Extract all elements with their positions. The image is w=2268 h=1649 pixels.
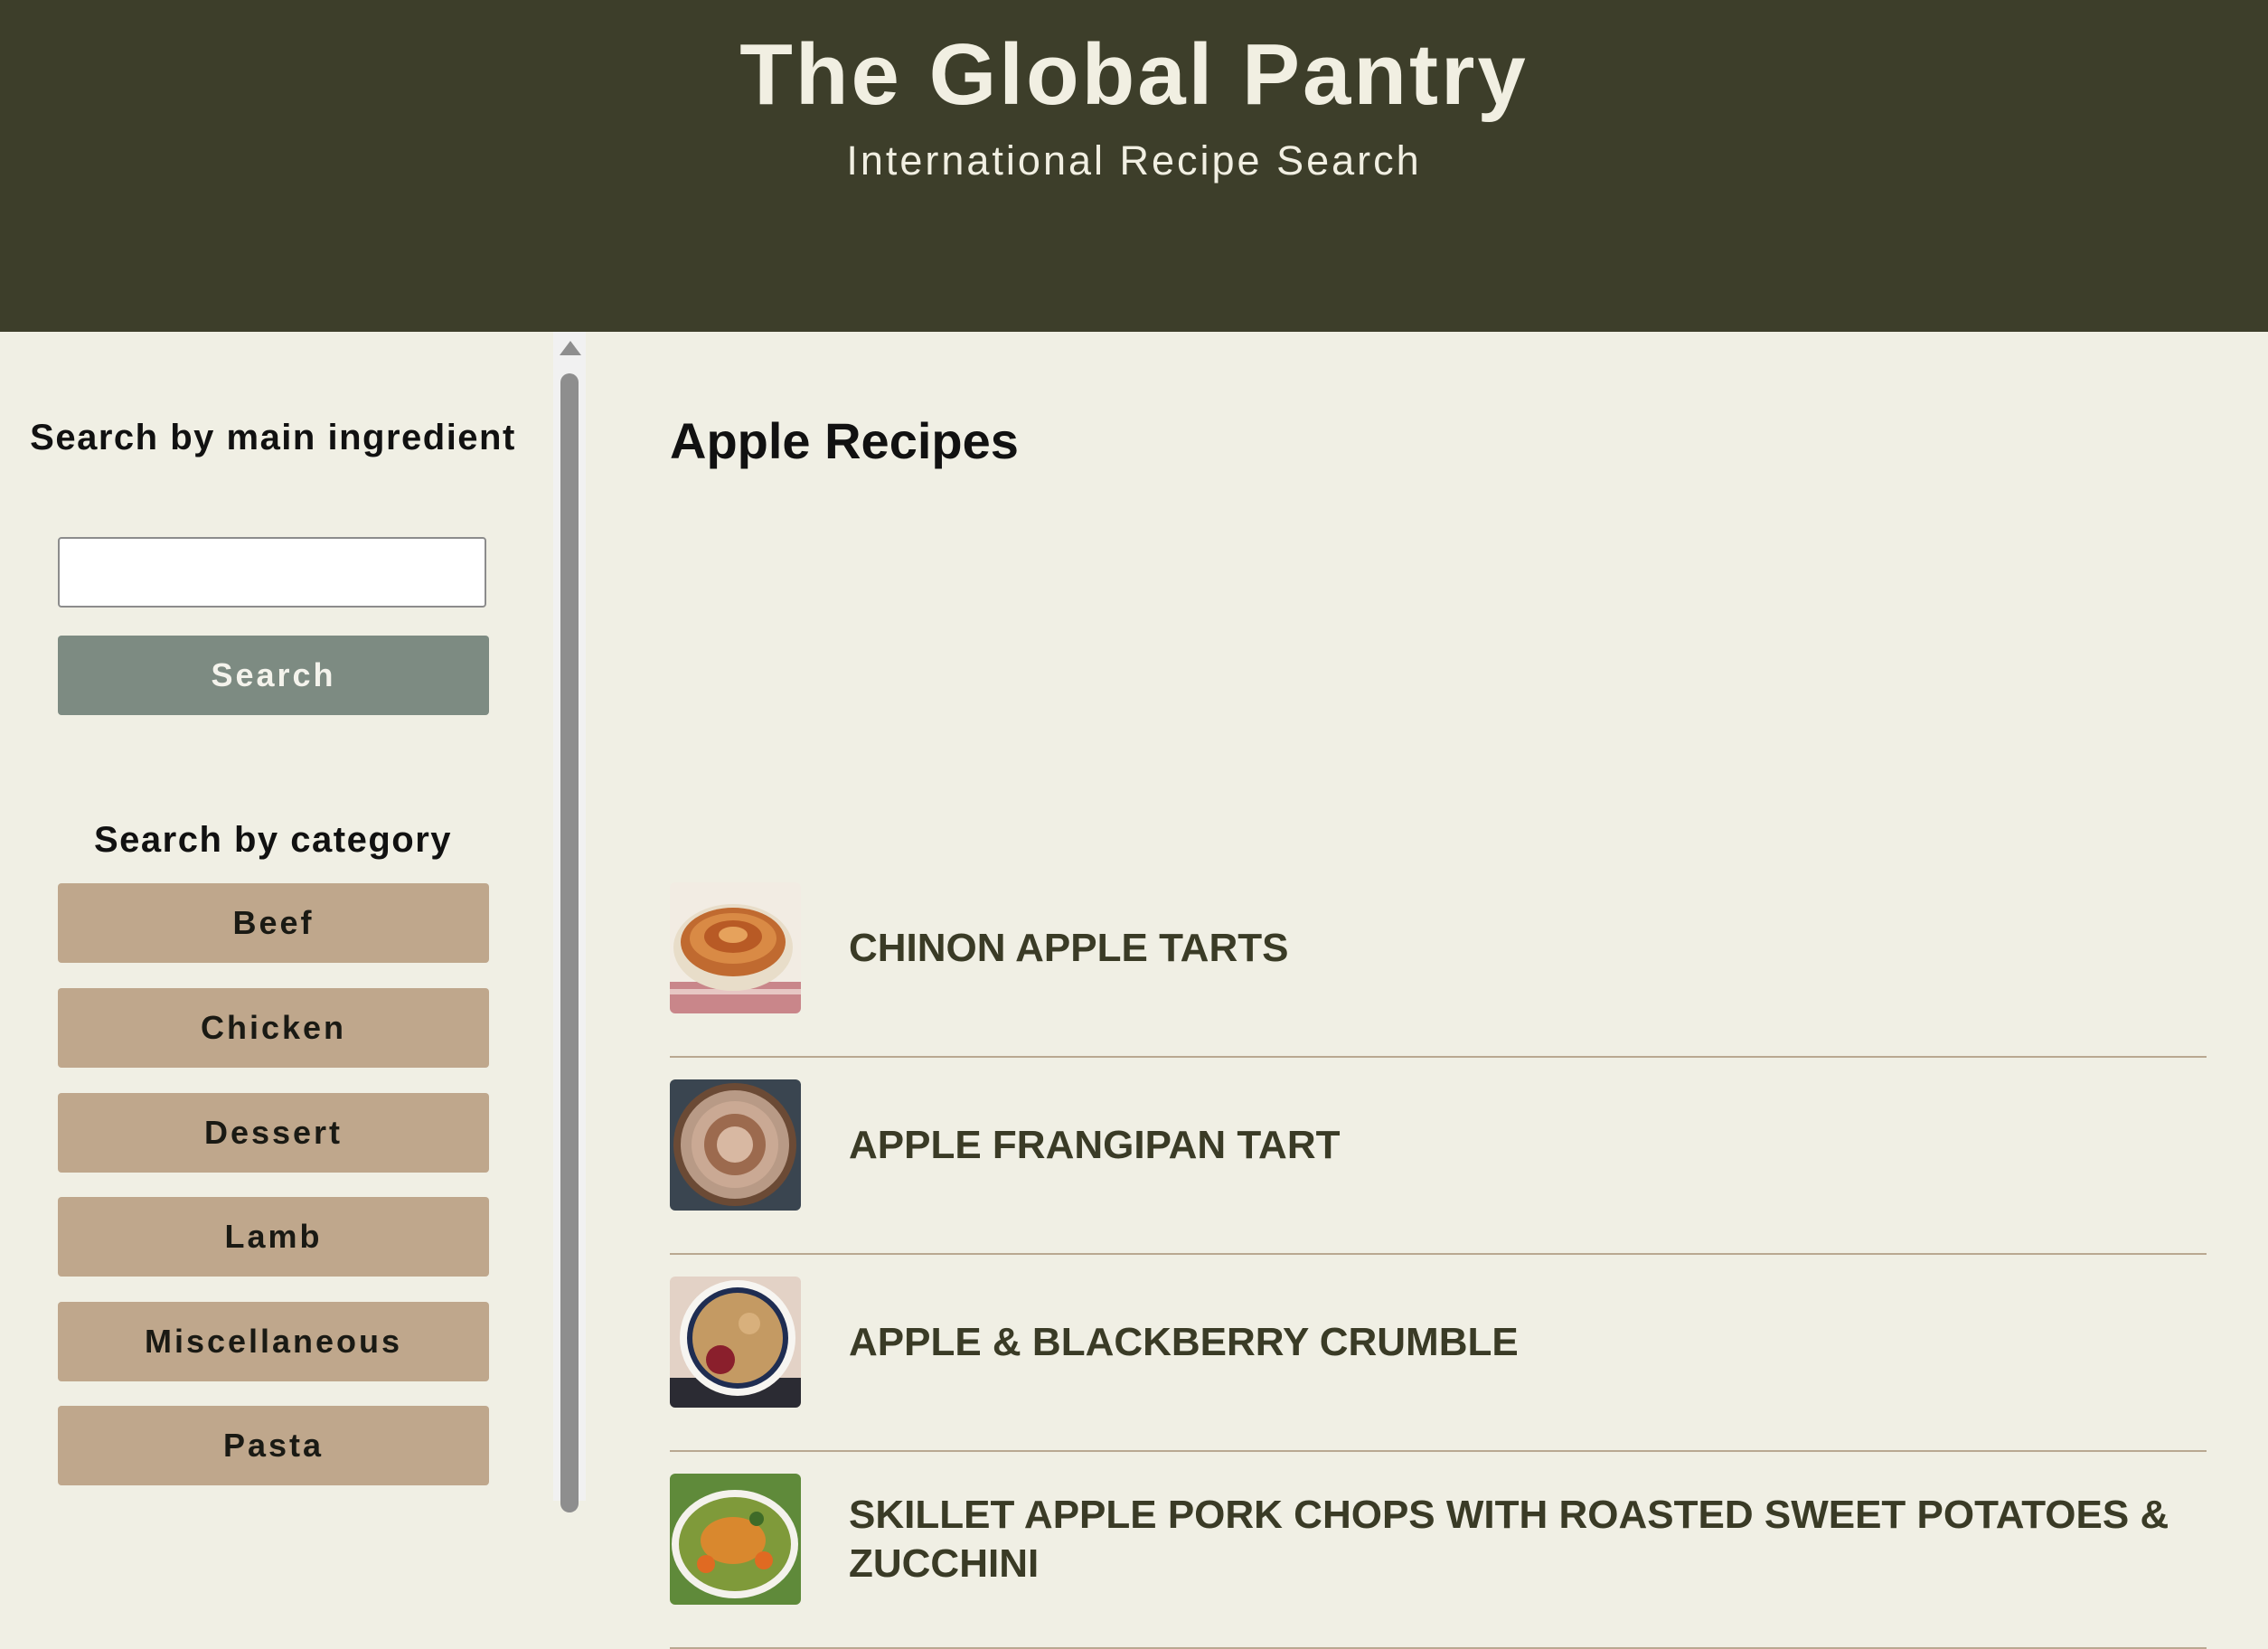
apple-tart-photo[interactable] xyxy=(670,882,801,1013)
site-subtitle: International Recipe Search xyxy=(846,137,1422,184)
site-header: The Global Pantry International Recipe S… xyxy=(0,0,2268,332)
category-button-pasta[interactable]: Pasta xyxy=(58,1406,489,1485)
scroll-up-arrow-icon[interactable] xyxy=(560,341,581,355)
sidebar: Search by main ingredient Search Search … xyxy=(0,332,551,1501)
recipe-title[interactable]: APPLE FRANGIPAN TART xyxy=(849,1056,2187,1235)
search-button[interactable]: Search xyxy=(58,636,489,715)
category-search-heading: Search by category xyxy=(93,820,453,860)
results-title: Apple Recipes xyxy=(670,412,1019,469)
site-title: The Global Pantry xyxy=(739,26,1529,123)
ingredient-search-input[interactable] xyxy=(58,537,486,608)
results-panel: Apple Recipes CHINON APPLE TARTS APPLE F… xyxy=(586,332,2268,1649)
sidebar-scrollbar[interactable] xyxy=(553,332,586,1512)
category-button-miscellaneous[interactable]: Miscellaneous xyxy=(58,1302,489,1381)
scrollbar-thumb[interactable] xyxy=(560,373,579,1512)
crumble-photo[interactable] xyxy=(670,1277,801,1408)
category-button-beef[interactable]: Beef xyxy=(58,883,489,963)
category-button-dessert[interactable]: Dessert xyxy=(58,1093,489,1173)
frangipane-tart-photo[interactable] xyxy=(670,1079,801,1211)
category-button-chicken[interactable]: Chicken xyxy=(58,988,489,1068)
ingredient-search-heading: Search by main ingredient xyxy=(30,418,516,457)
recipe-list-item[interactable]: APPLE FRANGIPAN TART xyxy=(670,1056,2207,1255)
recipe-list-item[interactable]: APPLE & BLACKBERRY CRUMBLE xyxy=(670,1253,2207,1452)
category-button-lamb[interactable]: Lamb xyxy=(58,1197,489,1277)
recipe-title[interactable]: SKILLET APPLE PORK CHOPS WITH ROASTED SW… xyxy=(849,1450,2187,1629)
recipe-list-item[interactable]: SKILLET APPLE PORK CHOPS WITH ROASTED SW… xyxy=(670,1450,2207,1649)
recipe-title[interactable]: APPLE & BLACKBERRY CRUMBLE xyxy=(849,1253,2187,1432)
pork-chops-photo[interactable] xyxy=(670,1474,801,1605)
recipe-title[interactable]: CHINON APPLE TARTS xyxy=(849,859,2187,1038)
recipe-list-item[interactable]: CHINON APPLE TARTS xyxy=(670,859,2207,1058)
